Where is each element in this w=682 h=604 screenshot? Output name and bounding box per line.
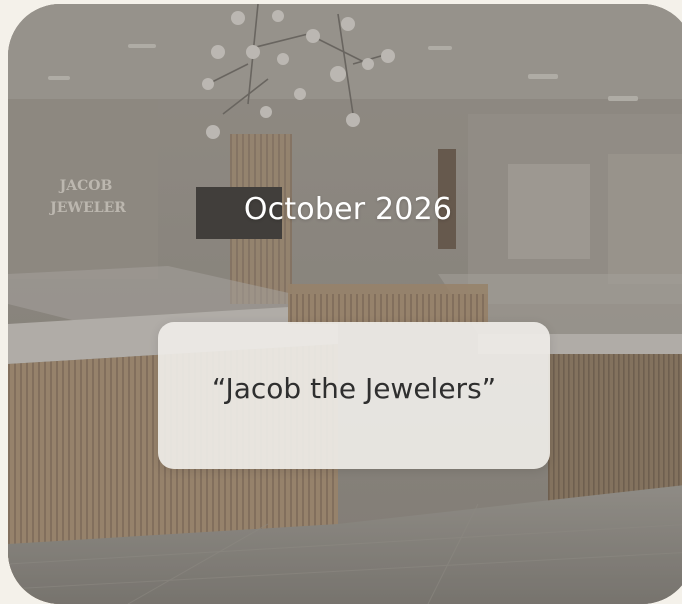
event-title-card[interactable]: “Jacob the Jewelers”	[158, 322, 550, 469]
event-month-label: October 2026	[243, 192, 453, 227]
store-interior-image: JACOB JEWELER	[8, 4, 682, 604]
event-title-text: “Jacob the Jewelers”	[211, 372, 497, 405]
event-card: JACOB JEWELER October 2026 “Jacob the Je…	[8, 4, 682, 604]
